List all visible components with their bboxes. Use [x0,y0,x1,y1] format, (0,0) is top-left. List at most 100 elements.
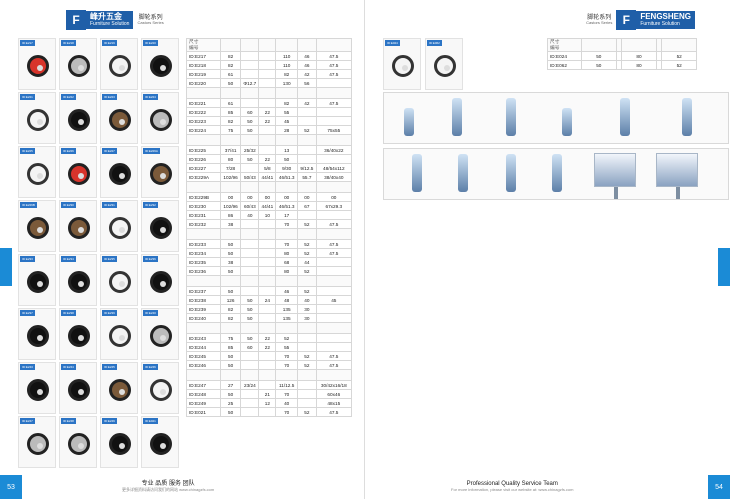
table-cell [297,380,317,390]
table-cell: 25/32 [240,145,260,155]
table-row: ID:E024 50 80 52 [547,51,697,61]
table-subheader-cell [258,228,277,240]
table-cell: 00 [315,192,353,202]
table-cell: 55 [275,342,299,352]
table-subheader-cell [297,275,317,287]
table-row: ID:E229A 102/96 50/43 44/41 46/51.3 55.7 38/40… [186,172,353,182]
table-cell: 13 [275,145,299,155]
table-cell: 52 [297,286,317,296]
table-row: ID:E236 50 80 52 [186,266,353,276]
caster-wheel-icon [150,433,172,455]
table-cell: ID:E245 [186,351,221,361]
table-cell: ID:E021 [186,407,221,417]
table-row: ID:E225 37/41 25/32 13 36/40x22 [186,145,353,155]
table-cell: 47.5 [315,351,353,361]
pin-icon [412,154,422,192]
table-cell [240,51,260,61]
thumb-row: ID:E229B ID:E230 ID:E231 ID:E232 [18,200,180,254]
thumb-row: ID:E247 ID:E248 ID:E249 ID:E021 [18,416,180,470]
caster-thumb: ID:E229B [18,200,56,252]
table-row: ID:E232 38 70 52 47.5 [186,219,353,229]
table-subheader-cell [275,87,299,99]
table-header-cell: 尺寸 编号 [547,38,582,52]
table-subheader-cell [186,275,221,287]
table-subheader-cell [240,181,260,193]
table-cell: 80 [275,248,299,258]
table-cell: 24 [258,295,277,305]
table-cell: 45 [275,116,299,126]
table-cell: 50 [240,313,260,323]
table-cell: 50 [219,407,242,417]
caster-wheel-icon [27,325,49,347]
table-cell: 52 [297,248,317,258]
table-cell [315,257,353,267]
caster-wheel-icon [68,271,90,293]
table-cell: 75 [219,125,242,135]
table-cell: 80 [219,154,242,164]
table-subheader-row [186,134,353,146]
table-row: ID:E219 61 82 42 47.5 [186,69,353,79]
table-subheader-cell [219,322,242,334]
table-cell: 44/41 [258,172,277,182]
table-subheader-cell [240,87,260,99]
table-cell: 82 [219,51,242,61]
table-cell: 52 [275,333,299,343]
table-row: ID:E243 75 50 22 52 [186,333,353,343]
table-cell [297,116,317,126]
thumb-row: ID:E217 ID:E218 ID:E219 ID:E220 [18,38,180,92]
table-cell [258,145,277,155]
caster-wheel-icon [109,271,131,293]
pin-icon [452,98,462,136]
table-row: ID:E229B 00 00 00 00 00 00 [186,192,353,202]
table-cell: 40 [275,398,299,408]
table-cell: ID:E237 [186,286,221,296]
caster-wheel-icon [27,379,49,401]
table-cell: 50 [219,351,242,361]
table-cell: 00 [275,192,299,202]
table-row: ID:E244 85 60 22 55 [186,342,353,352]
table-cell [297,398,317,408]
table-cell [258,78,277,88]
caster-thumb: ID:E236 [141,254,179,306]
table-cell: 135 [275,304,299,314]
table-cell: 38/40x40 [315,172,353,182]
caster-thumb: ID:E231 [100,200,138,252]
caster-wheel-icon [109,325,131,347]
page-number: 53 [0,475,22,499]
table-cell: 61 [219,98,242,108]
table-cell: 52 [661,51,697,61]
table-cell [297,342,317,352]
table-header-icon [219,38,242,52]
table-subheader-cell [219,87,242,99]
caster-thumb: ID:E227 [100,146,138,198]
table-cell: 38 [219,257,242,267]
table-row: ID:E021 50 70 52 47.5 [186,407,353,417]
side-tab [0,248,12,286]
table-row: ID:E249 25 12 40 48x15 [186,398,353,408]
table-subheader-cell [275,134,299,146]
table-cell: 50 [219,286,242,296]
table-row: ID:E230 102/96 60/43 44/41 46/51.3 67 67x29.3 [186,201,353,211]
table-cell: ID:E238 [186,295,221,305]
table-cell: ID:E233 [186,239,221,249]
table-subheader-cell [219,228,242,240]
table-cell [315,107,353,117]
table-cell: 75x55 [315,125,353,135]
table-cell: 48 [275,295,299,305]
table-cell: 70 [275,239,299,249]
table-cell: 30/42x16/18 [315,380,353,390]
thumb-row: ID:E225 ID:E226 ID:E227 ID:E229A [18,146,180,200]
table-subheader-cell [219,181,242,193]
table-subheader-cell [219,275,242,287]
caster-wheel-icon [109,379,131,401]
table-cell: ID:E243 [186,333,221,343]
right-footer-text: Professional Quality Service Team For mo… [451,481,574,493]
table-cell: 82 [219,304,242,314]
table-cell: 70 [275,219,299,229]
table-cell: 9/12.5 [297,163,317,173]
table-cell: 40 [240,210,260,220]
table-row: ID:E221 61 82 42 47.5 [186,98,353,108]
table-row: ID:E217 82 110 46 47.5 [186,51,353,61]
table-cell: ID:E230 [186,201,221,211]
table-cell: 50 [219,239,242,249]
